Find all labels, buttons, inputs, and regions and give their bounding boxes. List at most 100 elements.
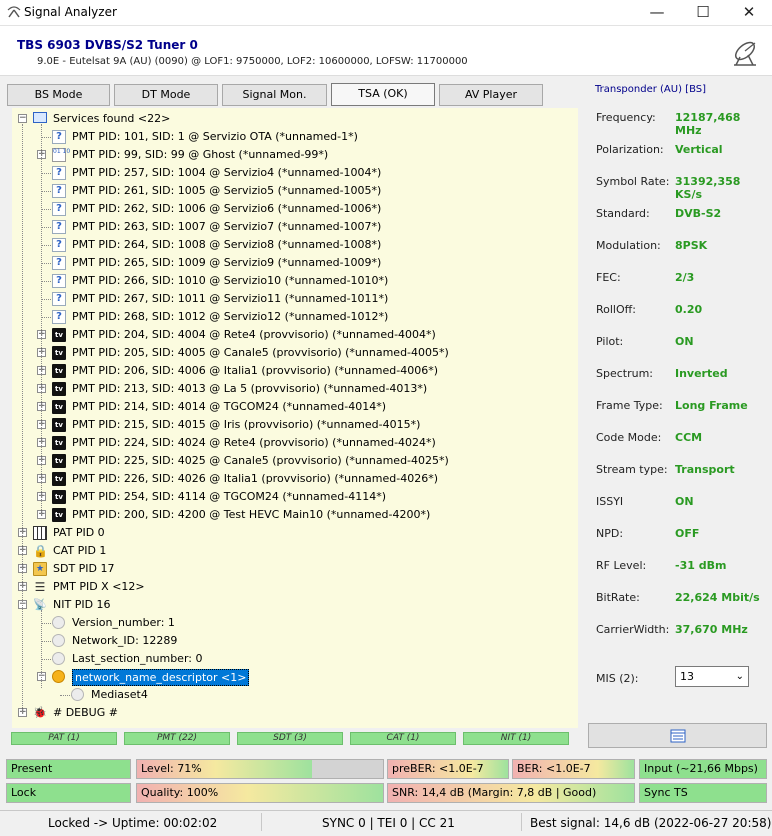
question-icon: ? [52,274,66,288]
node-label: Mediaset4 [91,688,148,701]
status-best-signal: Best signal: 14,6 dB (2022-06-27 20:58) [530,816,772,830]
tree-service-item[interactable]: ? PMT PID: 265, SID: 1009 @ Servizio9 (*u… [12,254,578,272]
node-label: PMT PID: 200, SID: 4200 @ Test HEVC Main… [72,508,431,521]
input-indicator: Input (~21,66 Mbps) [639,759,767,779]
question-icon: ? [52,310,66,324]
tree-service-item[interactable]: + tv PMT PID: 215, SID: 4015 @ Iris (provv… [12,416,578,434]
tree-root-services[interactable]: − Services found <22> [12,110,578,128]
transponder-label: Stream type: [596,463,668,476]
transponder-value: ON [675,495,694,508]
collapse-icon[interactable]: − [18,114,27,123]
tree-nit-field[interactable]: Last_section_number: 0 [12,650,578,668]
tree-service-item[interactable]: ? PMT PID: 257, SID: 1004 @ Servizio4 (*u… [12,164,578,182]
transponder-row: RF Level: -31 dBm [596,559,770,573]
transponder-value: 12187,468 MHz [675,111,741,137]
node-label: PMT PID: 254, SID: 4114 @ TGCOM24 (*unna… [72,490,386,503]
tree-service-item[interactable]: ? PMT PID: 267, SID: 1011 @ Servizio11 (*… [12,290,578,308]
tree-service-item[interactable]: +01 10 PMT PID: 99, SID: 99 @ Ghost (*unn… [12,146,578,164]
tuner-name: TBS 6903 DVBS/S2 Tuner 0 [17,38,198,52]
bug-icon: 🐞 [33,706,47,719]
node-label: PMT PID: 257, SID: 1004 @ Servizio4 (*un… [72,166,382,179]
node-label: PMT PID: 261, SID: 1005 @ Servizio5 (*un… [72,184,382,197]
tree-nit-descriptor[interactable]: − network_name_descriptor <1> [12,668,578,686]
data-icon: 01 10 [52,148,70,162]
cat-strip: CAT (1) [350,732,456,745]
close-button[interactable]: ✕ [726,0,772,26]
transponder-value: 2/3 [675,271,695,284]
tab-bs-mode[interactable]: BS Mode [7,84,110,106]
snr-meter: SNR: 14,4 dB (Margin: 7,8 dB | Good) [387,783,635,803]
tree-service-item[interactable]: + tv PMT PID: 213, SID: 4013 @ La 5 (provv… [12,380,578,398]
transponder-row: Polarization: Vertical [596,143,770,157]
node-label: Services found <22> [53,112,171,125]
node-label: CAT PID 1 [53,544,107,557]
circle-icon [71,688,84,701]
transponder-value: -31 dBm [675,559,727,572]
node-label: PMT PID: 225, SID: 4025 @ Canale5 (provv… [72,454,449,467]
question-icon: ? [52,130,66,144]
transponder-row: Code Mode: CCM [596,431,770,445]
node-label: PAT PID 0 [53,526,105,539]
list-icon: ☰ [34,580,46,594]
tree-service-item[interactable]: ? PMT PID: 266, SID: 1010 @ Servizio10 (*… [12,272,578,290]
tree-service-item[interactable]: + tv PMT PID: 200, SID: 4200 @ Test HEVC M… [12,506,578,524]
mis-value: 13 [680,670,694,683]
tree-service-item[interactable]: ? PMT PID: 268, SID: 1012 @ Servizio12 (*… [12,308,578,326]
tab-tsa[interactable]: TSA (OK) [331,83,435,106]
transponder-label: BitRate: [596,591,640,604]
tv-icon: tv [52,400,66,414]
tree-table-item[interactable]: + PAT PID 0 [12,524,578,542]
title-bar: Signal Analyzer — ☐ ✕ [0,0,772,26]
tree-service-item[interactable]: + tv PMT PID: 205, SID: 4005 @ Canale5 (pr… [12,344,578,362]
stream-tree[interactable]: − Services found <22> ? PMT PID: 101, SID: … [12,108,578,728]
tab-av-player[interactable]: AV Player [439,84,543,106]
circle-icon [52,652,65,665]
transponder-title: Transponder (AU) [BS] [595,84,706,95]
tab-dt-mode[interactable]: DT Mode [114,84,218,106]
transponder-label: ISSYI [596,495,624,508]
tree-service-item[interactable]: + tv PMT PID: 224, SID: 4024 @ Rete4 (prov… [12,434,578,452]
tree-service-item[interactable]: ? PMT PID: 263, SID: 1007 @ Servizio7 (*u… [12,218,578,236]
tree-table-item[interactable]: + ☰ PMT PID X <12> [12,578,578,596]
tree-service-item[interactable]: + tv PMT PID: 226, SID: 4026 @ Italia1 (pr… [12,470,578,488]
tree-service-item[interactable]: ? PMT PID: 101, SID: 1 @ Servizio OTA (*u… [12,128,578,146]
minimize-button[interactable]: — [634,0,680,26]
transponder-label: Standard: [596,207,650,220]
mis-select[interactable]: 13 ⌄ [675,666,749,687]
maximize-button[interactable]: ☐ [680,0,726,26]
circle-icon [52,616,65,629]
panel-options-button[interactable] [588,723,767,748]
tree-service-item[interactable]: + tv PMT PID: 204, SID: 4004 @ Rete4 (prov… [12,326,578,344]
lock-icon: 🔒 [33,544,48,558]
tab-signal-mon[interactable]: Signal Mon. [222,84,327,106]
tree-service-item[interactable]: ? PMT PID: 264, SID: 1008 @ Servizio8 (*u… [12,236,578,254]
tree-table-item[interactable]: + ★ SDT PID 17 [12,560,578,578]
transponder-value: 0.20 [675,303,703,316]
tree-nit-descriptor-value[interactable]: Mediaset4 [12,686,578,704]
question-icon: ? [52,256,66,270]
tree-service-item[interactable]: + tv PMT PID: 254, SID: 4114 @ TGCOM24 (*u… [12,488,578,506]
tree-debug[interactable]: + 🐞 # DEBUG # [12,704,578,722]
lock-indicator: Lock [6,783,131,803]
tree-service-item[interactable]: ? PMT PID: 261, SID: 1005 @ Servizio5 (*u… [12,182,578,200]
tree-service-item[interactable]: + tv PMT PID: 206, SID: 4006 @ Italia1 (pr… [12,362,578,380]
tree-nit-field[interactable]: Network_ID: 12289 [12,632,578,650]
level-meter: Level: 71% [136,759,384,779]
window-title: Signal Analyzer [24,5,117,19]
node-label: network_name_descriptor <1> [72,669,250,686]
question-icon: ? [52,202,66,216]
transponder-value: CCM [675,431,703,444]
status-bar: Locked -> Uptime: 00:02:02 SYNC 0 | TEI … [0,810,772,834]
tree-service-item[interactable]: + tv PMT PID: 225, SID: 4025 @ Canale5 (pr… [12,452,578,470]
question-icon: ? [52,184,66,198]
tree-nit-field[interactable]: Version_number: 1 [12,614,578,632]
transponder-row: FEC: 2/3 [596,271,770,285]
tree-nit[interactable]: − 📡 NIT PID 16 [12,596,578,614]
tree-service-item[interactable]: + tv PMT PID: 214, SID: 4014 @ TGCOM24 (*u… [12,398,578,416]
transponder-row: Frame Type: Long Frame [596,399,770,413]
node-label: PMT PID: 206, SID: 4006 @ Italia1 (provv… [72,364,438,377]
tree-service-item[interactable]: ? PMT PID: 262, SID: 1006 @ Servizio6 (*u… [12,200,578,218]
transponder-row: Symbol Rate: 31392,358 KS/s [596,175,770,201]
tree-table-item[interactable]: + 🔒 CAT PID 1 [12,542,578,560]
tv-icon: tv [52,382,66,396]
